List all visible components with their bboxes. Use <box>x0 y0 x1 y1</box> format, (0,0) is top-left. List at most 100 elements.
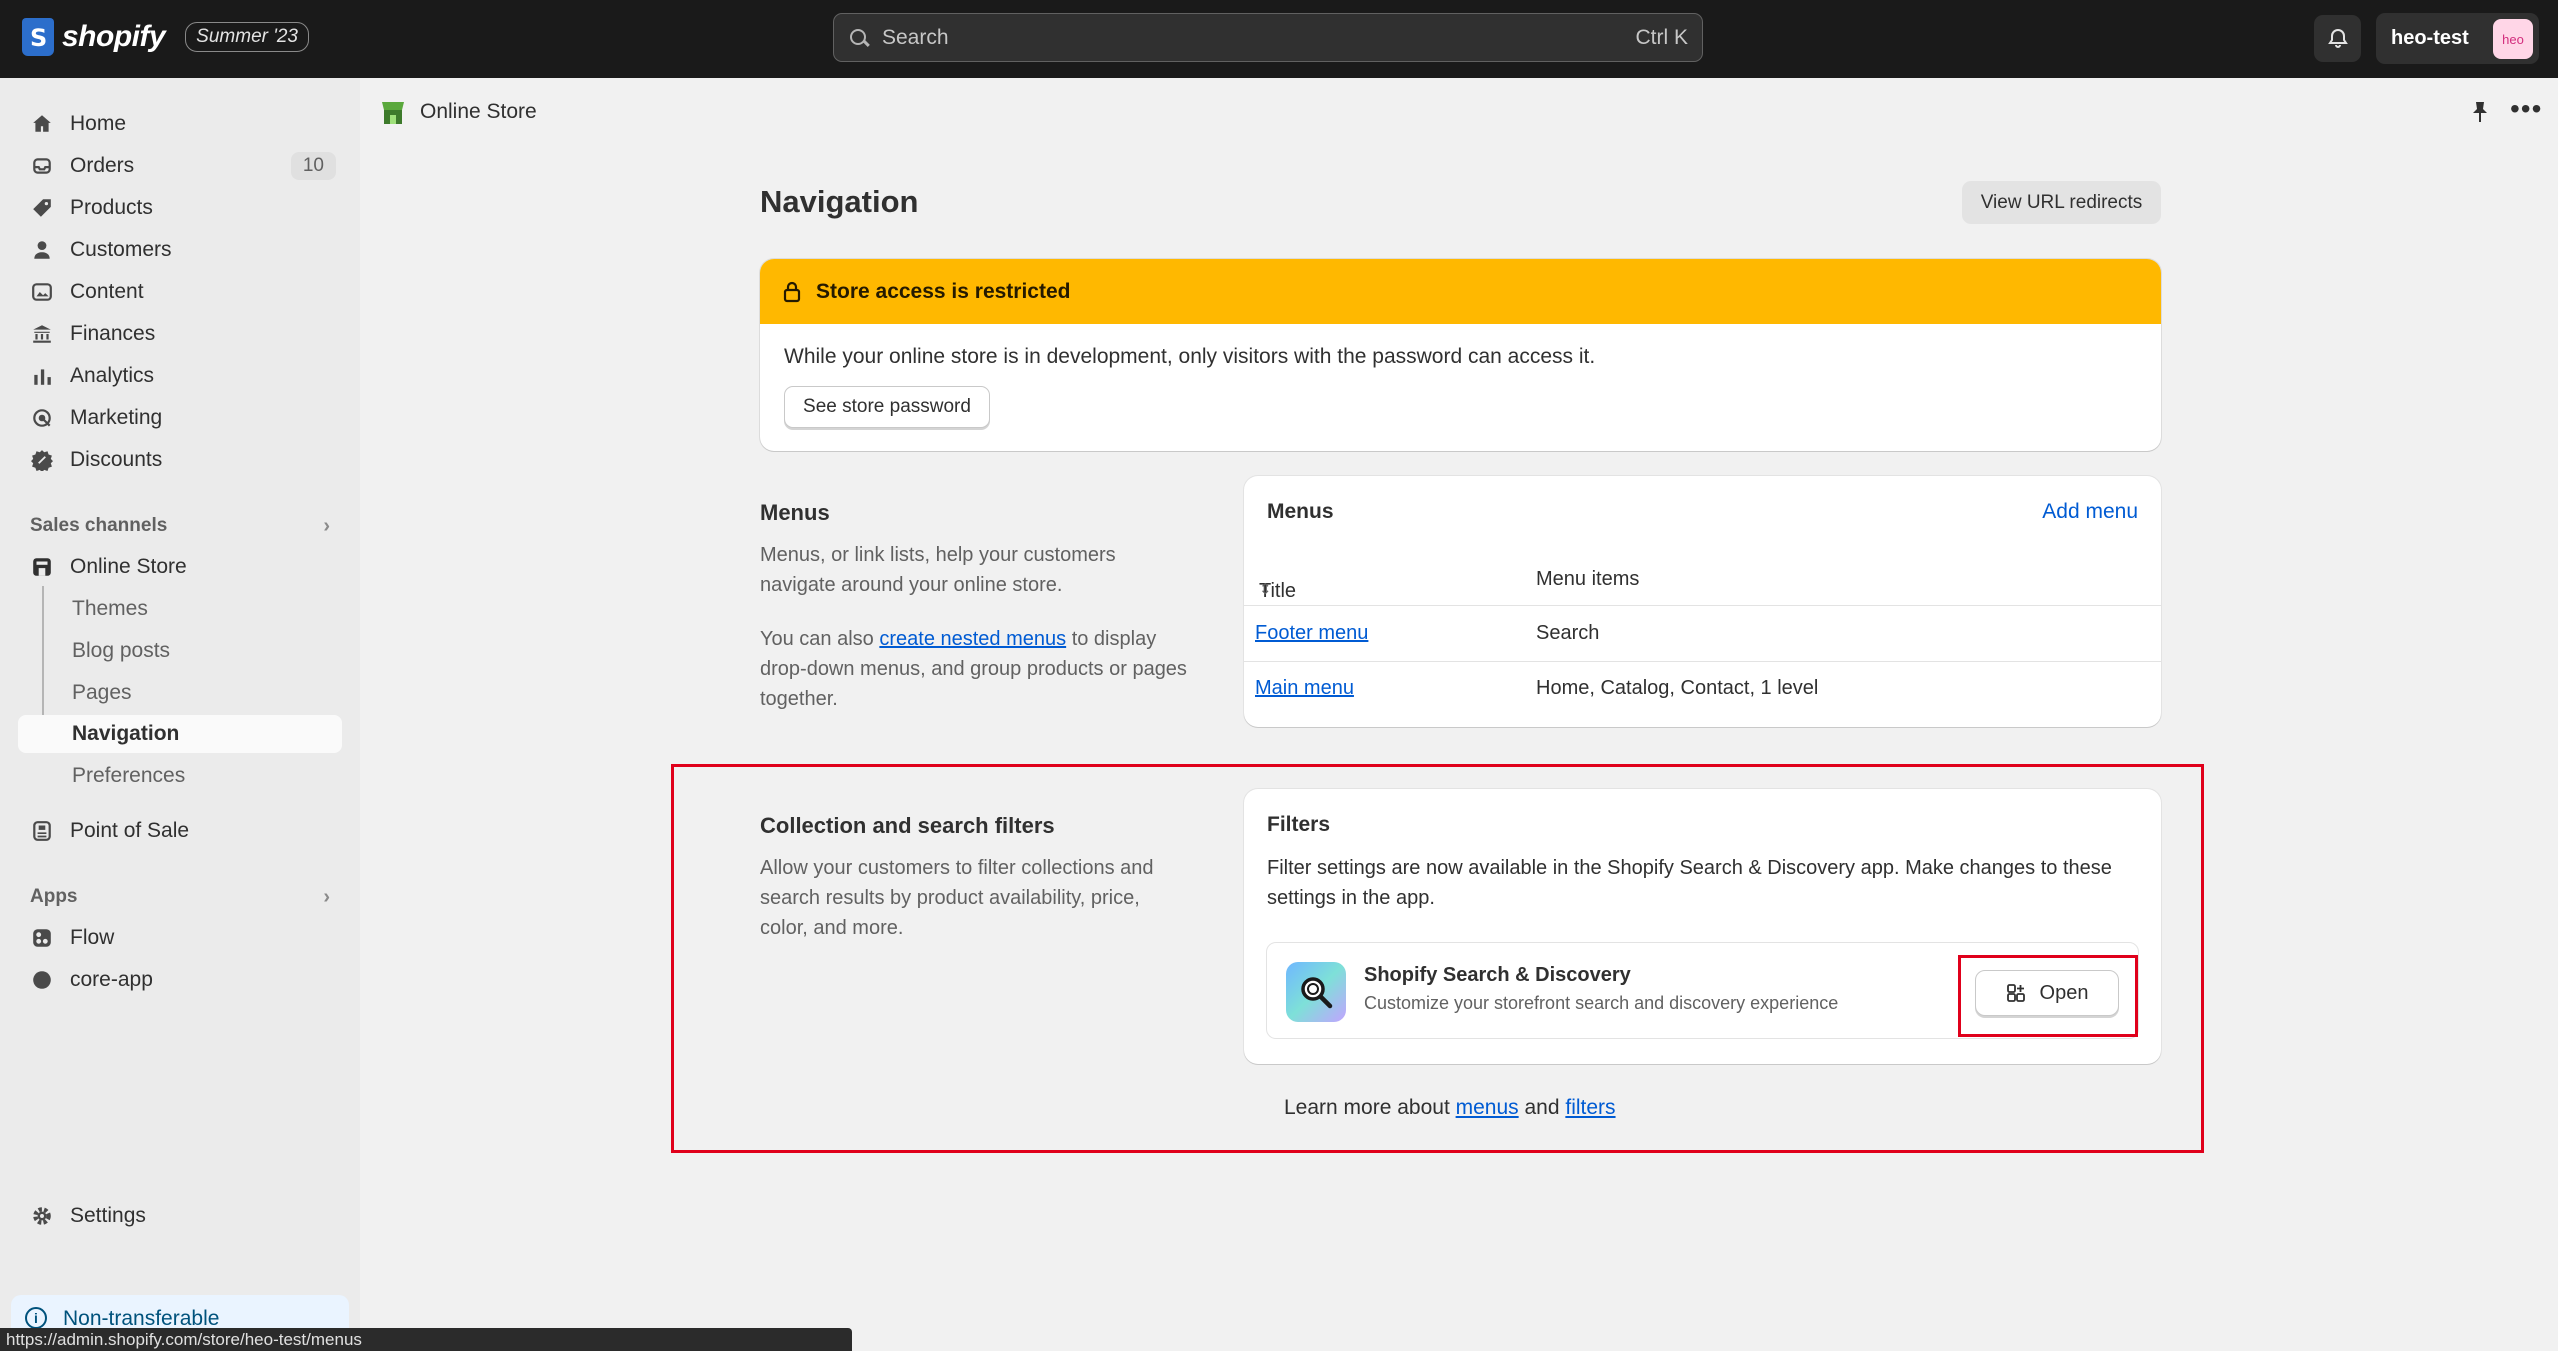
storefront-icon <box>30 555 54 579</box>
learn-more-text: and <box>1518 1096 1566 1119</box>
learn-more-text: Learn more about <box>1284 1096 1456 1119</box>
notifications-button[interactable] <box>2314 15 2361 62</box>
banner-title: Store access is restricted <box>816 279 1071 303</box>
discount-icon <box>30 448 54 472</box>
sidebar-item-label: Analytics <box>70 364 155 387</box>
search-discovery-app-icon <box>1286 962 1346 1022</box>
app-description: Customize your storefront search and dis… <box>1364 993 1839 1013</box>
sidebar-item-label: Marketing <box>70 406 163 429</box>
see-store-password-button[interactable]: See store password <box>784 386 990 428</box>
sidebar-item-label: Orders <box>70 154 135 177</box>
sidebar-item-label: Finances <box>70 322 156 345</box>
sidebar-item-finances[interactable]: Finances <box>18 316 342 352</box>
person-icon <box>30 238 54 262</box>
top-bar: shopify Summer '23 Search Ctrl K heo-tes… <box>0 0 2558 78</box>
menus-table-header: Title ⇕ Menu items <box>1244 556 2161 606</box>
pin-icon[interactable] <box>2469 100 2491 124</box>
apps-heading[interactable]: Apps › <box>30 886 330 909</box>
sidebar-item-customers[interactable]: Customers <box>18 232 342 268</box>
sidebar-item-discounts[interactable]: Discounts <box>18 442 342 478</box>
open-button-label: Open <box>2039 981 2089 1004</box>
orders-icon <box>30 154 54 178</box>
store-access-banner: Store access is restricted While your on… <box>760 259 2161 451</box>
menus-card: Menus Add menu Title ⇕ Menu items Footer… <box>1244 476 2161 727</box>
app-name: Shopify Search & Discovery <box>1364 964 1631 986</box>
create-nested-menus-link[interactable]: create nested menus <box>879 628 1066 650</box>
pos-icon <box>30 819 54 843</box>
sidebar-item-pages[interactable]: Pages <box>18 674 342 712</box>
sidebar-item-label: Home <box>70 112 127 135</box>
search-icon <box>848 27 870 49</box>
footer-menu-link[interactable]: Footer menu <box>1255 622 1368 645</box>
sidebar-item-flow[interactable]: Flow <box>18 920 342 956</box>
sidebar-item-blog-posts[interactable]: Blog posts <box>18 632 342 670</box>
bar-chart-icon <box>30 364 54 388</box>
search-placeholder: Search <box>882 25 949 49</box>
sidebar-item-preferences[interactable]: Preferences <box>18 757 342 795</box>
info-icon: i <box>25 1307 47 1329</box>
target-icon <box>30 406 54 430</box>
open-app-button[interactable]: Open <box>1975 970 2119 1016</box>
shopify-bag-icon <box>22 18 54 56</box>
more-actions-icon[interactable]: ••• <box>2510 95 2542 123</box>
table-row: Footer menu Search <box>1244 607 2161 662</box>
menus-section-desc: Menus, or link lists, help your customer… <box>760 544 1116 596</box>
store-menu-button[interactable]: heo-test heo <box>2376 13 2539 64</box>
chevron-right-icon: › <box>323 515 330 537</box>
sidebar-item-settings[interactable]: Settings <box>18 1198 342 1234</box>
sidebar-item-label: Customers <box>70 238 172 261</box>
sidebar-item-content[interactable]: Content <box>18 274 342 310</box>
banner-text: While your online store is in developmen… <box>784 345 1596 368</box>
sidebar-item-home[interactable]: Home <box>18 106 342 142</box>
avatar: heo <box>2493 19 2533 59</box>
sales-channels-heading[interactable]: Sales channels › <box>30 515 330 538</box>
sidebar-item-core-app[interactable]: core-app <box>18 962 342 998</box>
shopify-logo[interactable]: shopify Summer '23 <box>22 18 309 56</box>
sidebar-item-label: Settings <box>70 1204 146 1227</box>
view-url-redirects-button[interactable]: View URL redirects <box>1962 181 2161 224</box>
sidebar-item-analytics[interactable]: Analytics <box>18 358 342 394</box>
column-menu-items: Menu items <box>1536 568 1640 590</box>
sidebar-item-navigation[interactable]: Navigation <box>18 715 342 753</box>
breadcrumb[interactable]: Online Store <box>380 98 537 126</box>
add-menu-link[interactable]: Add menu <box>2042 500 2138 524</box>
menu-items-cell: Search <box>1536 622 1600 644</box>
sidebar-item-label: Products <box>70 196 153 219</box>
filters-section-title: Collection and search filters <box>760 813 1055 838</box>
content-icon <box>30 280 54 304</box>
breadcrumb-label: Online Store <box>420 100 537 123</box>
browser-status-url: https://admin.shopify.com/store/heo-test… <box>0 1328 852 1351</box>
filters-help-link[interactable]: filters <box>1565 1096 1615 1119</box>
sidebar-item-products[interactable]: Products <box>18 190 342 226</box>
search-shortcut: Ctrl K <box>1635 25 1689 49</box>
sidebar-item-point-of-sale[interactable]: Point of Sale <box>18 813 342 849</box>
orders-count-badge: 10 <box>290 152 336 180</box>
filters-card-desc: Filter settings are now available in the… <box>1267 857 2112 909</box>
menus-section-title: Menus <box>760 500 830 525</box>
sidebar-item-themes[interactable]: Themes <box>18 590 342 628</box>
main-menu-link[interactable]: Main menu <box>1255 677 1354 700</box>
sidebar-item-orders[interactable]: Orders 10 <box>18 148 342 184</box>
chevron-right-icon: › <box>323 886 330 908</box>
gear-icon <box>30 1204 54 1228</box>
sidebar-item-label: Flow <box>70 926 115 949</box>
page-title: Navigation <box>760 184 919 219</box>
search-input[interactable]: Search Ctrl K <box>833 13 1703 62</box>
app-circle-icon <box>30 968 54 992</box>
home-icon <box>30 112 54 136</box>
sidebar-item-label: Online Store <box>70 555 187 578</box>
sidebar-item-label: Discounts <box>70 448 163 471</box>
sidebar-item-marketing[interactable]: Marketing <box>18 400 342 436</box>
learn-more: Learn more about menus and filters <box>1284 1096 1616 1120</box>
brand-wordmark: shopify <box>62 20 166 53</box>
filters-section-desc: Allow your customers to filter collectio… <box>760 857 1154 939</box>
menus-section-desc-2: You can also create nested menus to disp… <box>760 624 1190 714</box>
store-name: heo-test <box>2391 27 2469 49</box>
table-row: Main menu Home, Catalog, Contact, 1 leve… <box>1244 662 2161 717</box>
lock-icon <box>783 281 801 302</box>
filters-card-title: Filters <box>1267 813 1331 836</box>
sidebar-item-online-store[interactable]: Online Store <box>18 549 342 585</box>
tag-icon <box>30 196 54 220</box>
menus-help-link[interactable]: menus <box>1456 1096 1519 1119</box>
sidebar: Home Orders 10 Products Customers Conten… <box>0 78 360 1351</box>
